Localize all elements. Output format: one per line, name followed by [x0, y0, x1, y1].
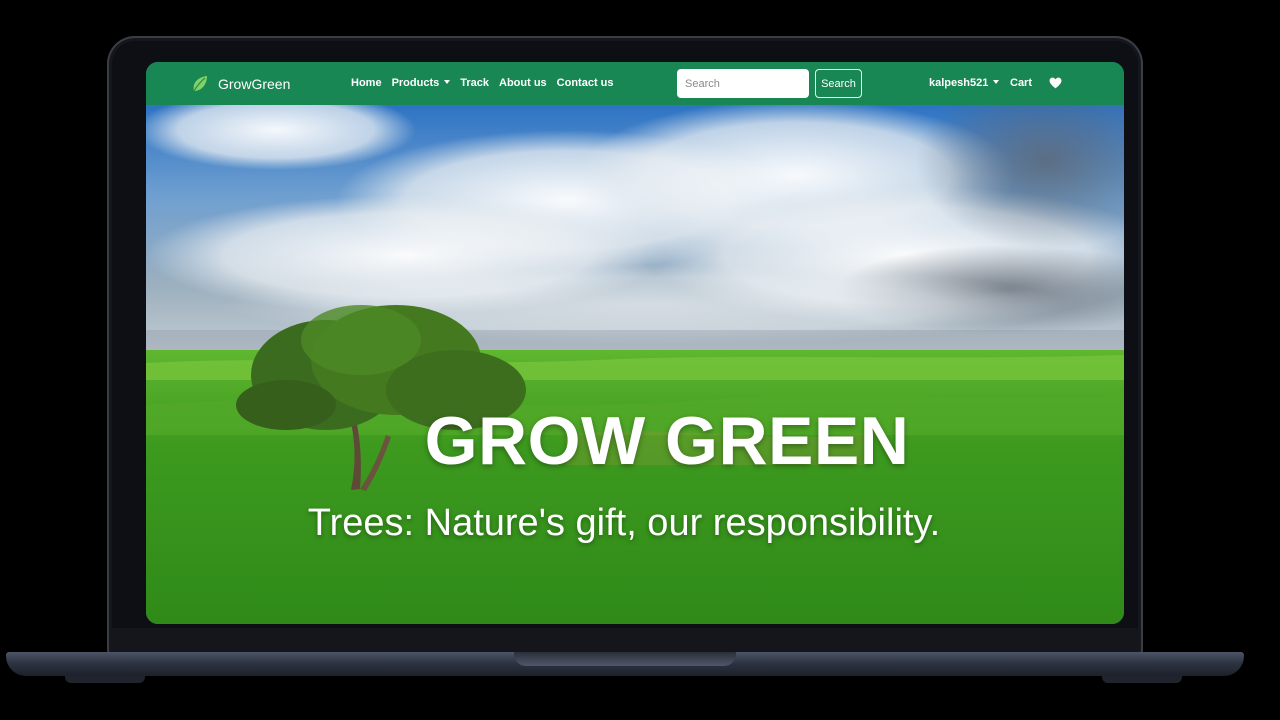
user-name: kalpesh521: [929, 77, 989, 89]
brand-name: GrowGreen: [218, 76, 291, 92]
search-button[interactable]: Search: [815, 69, 862, 98]
nav-link-products[interactable]: Products: [392, 77, 451, 89]
nav-link-track[interactable]: Track: [460, 77, 489, 89]
cart-link[interactable]: Cart: [1010, 77, 1032, 89]
nav-link-contact[interactable]: Contact us: [557, 77, 614, 89]
hero-section: GROW GREEN Trees: Nature's gift, our res…: [146, 105, 1124, 624]
laptop-foot-left: [65, 676, 145, 683]
laptop-foot-right: [1102, 676, 1182, 683]
hero-background-image: [146, 105, 1124, 624]
search-input[interactable]: [677, 69, 809, 98]
nav-link-home[interactable]: Home: [351, 77, 382, 89]
leaf-icon: [193, 76, 207, 92]
laptop-notch: [514, 652, 736, 666]
hero-title: GROW GREEN: [424, 403, 910, 479]
laptop-hinge: [112, 628, 1138, 652]
brand[interactable]: GrowGreen: [190, 74, 290, 94]
laptop-screen: GrowGreen Home Products Track About us C…: [146, 62, 1124, 624]
user-menu[interactable]: kalpesh521: [929, 77, 999, 89]
nav-link-about[interactable]: About us: [499, 77, 547, 89]
heart-icon[interactable]: [1049, 77, 1062, 89]
hero-subtitle: Trees: Nature's gift, our responsibility…: [307, 502, 941, 544]
main-menu: Home Products Track About us Contact us: [351, 77, 614, 89]
products-label: Products: [391, 77, 440, 89]
navbar: GrowGreen Home Products Track About us C…: [146, 62, 1124, 105]
